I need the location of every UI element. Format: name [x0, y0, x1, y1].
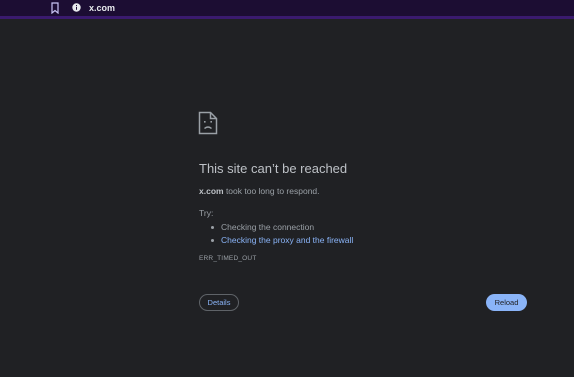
error-message: x.com took too long to respond. [199, 186, 320, 197]
error-page: This site can’t be reached x.com took to… [0, 19, 574, 377]
error-message-text: took too long to respond. [223, 186, 320, 196]
address-bar-url[interactable]: x.com [89, 2, 115, 14]
info-icon[interactable] [72, 3, 81, 12]
error-code: ERR_TIMED_OUT [199, 255, 257, 262]
bullet-icon [211, 226, 214, 229]
suggestion-check-proxy-link[interactable]: Checking the proxy and the firewall [221, 235, 353, 245]
details-button[interactable]: Details [199, 294, 239, 311]
browser-top-bar: x.com [0, 0, 574, 19]
error-title: This site can’t be reached [199, 161, 348, 176]
reload-button[interactable]: Reload [486, 294, 527, 311]
try-label: Try: [199, 208, 214, 218]
bullet-icon [211, 239, 214, 242]
suggestion-check-connection: Checking the connection [221, 222, 315, 232]
error-host: x.com [199, 186, 224, 196]
suggestions-list: Checking the connection Checking the pro… [211, 221, 353, 247]
bookmark-icon[interactable] [50, 2, 60, 14]
sad-document-icon [198, 111, 218, 135]
list-item: Checking the connection [211, 221, 353, 234]
list-item: Checking the proxy and the firewall [211, 234, 353, 247]
